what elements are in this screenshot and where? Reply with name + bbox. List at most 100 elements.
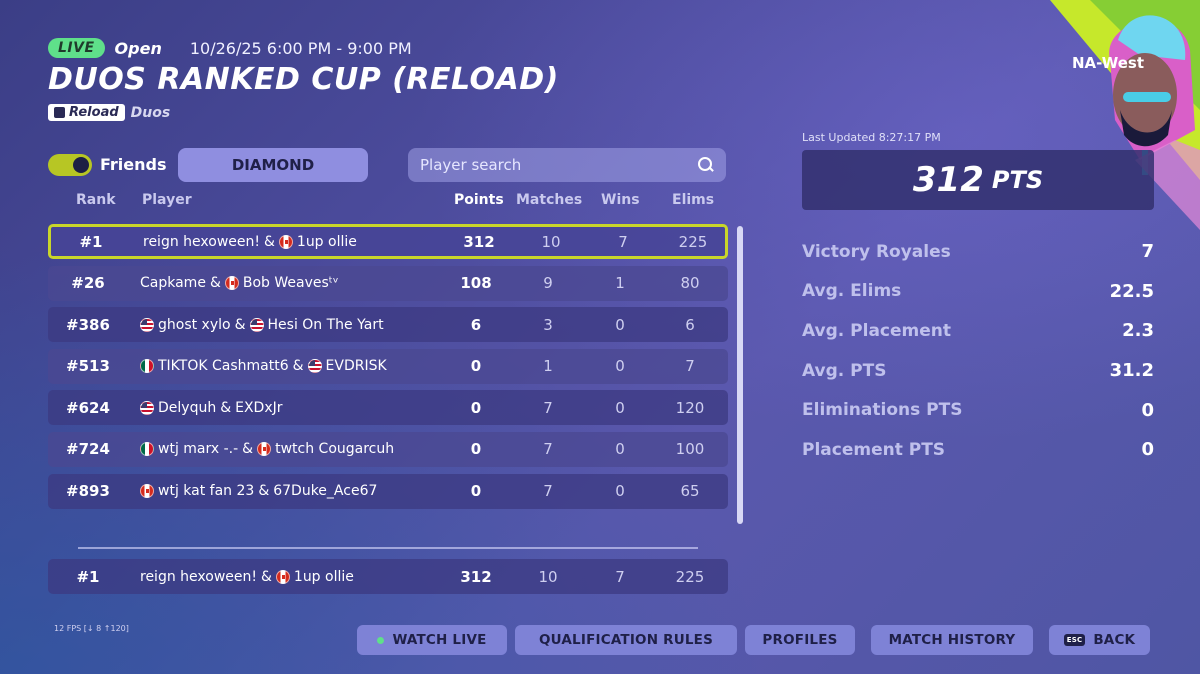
- flag-icon: [140, 317, 154, 332]
- stat-row: Avg. PTS 31.2: [802, 351, 1154, 391]
- table-row[interactable]: #1 reign hexoween! & 1up ollie 312 10 7 225: [48, 224, 728, 259]
- row-points: 312: [460, 567, 492, 586]
- player-one-name[interactable]: TIKTOK Cashmatt6: [158, 358, 289, 374]
- stat-value: 0: [1141, 439, 1154, 461]
- table-row[interactable]: #26 Capkame & Bob Weavesᵗᵛ 108 9 1 80: [48, 265, 728, 301]
- flag-icon: [140, 400, 154, 415]
- player-separator: &: [220, 399, 232, 416]
- row-rank: #624: [66, 398, 110, 417]
- row-wins: 7: [618, 232, 628, 251]
- player-separator: &: [209, 275, 221, 292]
- row-matches: 7: [543, 440, 553, 459]
- row-rank: #893: [66, 482, 110, 501]
- table-row[interactable]: #513 TIKTOK Cashmatt6 & EVDRISK 0 1 0 7: [48, 348, 728, 384]
- flag-icon: [249, 317, 264, 332]
- flag-icon: [140, 359, 154, 374]
- flag-icon: [275, 569, 290, 584]
- stat-label: Placement PTS: [802, 439, 946, 460]
- player-one-name[interactable]: Delyquh: [158, 400, 216, 416]
- rank-tier-button[interactable]: DIAMOND: [178, 148, 368, 182]
- stat-value: 31.2: [1109, 360, 1154, 382]
- table-row[interactable]: #724 wtj marx -.- & twtch Cougarcuh 0 7 0 100: [48, 431, 728, 467]
- row-wins: 0: [615, 315, 625, 334]
- row-rank: #1: [76, 567, 100, 586]
- table-row[interactable]: #624 Delyquh & EXDxJr 0 7 0 120: [48, 390, 728, 426]
- my-team-row[interactable]: #1 reign hexoween! & 1up ollie 312 10 7 225: [48, 559, 728, 594]
- flag-icon: [140, 484, 154, 499]
- stat-label: Avg. Elims: [802, 281, 902, 302]
- live-dot-icon: [377, 636, 385, 644]
- stat-row: Placement PTS 0: [802, 430, 1154, 470]
- player-one-name[interactable]: wtj marx -.-: [158, 441, 238, 457]
- row-elims: 6: [685, 315, 695, 334]
- mode-subtitle: Duos: [130, 104, 171, 121]
- leaderboard-scrollbar[interactable]: [737, 226, 743, 524]
- player-one-name[interactable]: reign hexoween!: [140, 569, 257, 585]
- total-points-box: 312 PTS: [802, 150, 1154, 210]
- stat-value: 2.3: [1122, 320, 1154, 342]
- row-points: 0: [470, 357, 482, 376]
- total-points-unit: PTS: [991, 166, 1044, 194]
- back-button[interactable]: ESC BACK: [1049, 625, 1150, 655]
- row-wins: 1: [615, 274, 625, 293]
- filter-bar: Friends DIAMOND Player search: [48, 148, 728, 182]
- row-matches: 3: [543, 315, 553, 334]
- player-one-name[interactable]: reign hexoween!: [143, 234, 260, 250]
- stat-label: Avg. Placement: [802, 320, 952, 341]
- row-matches: 1: [543, 357, 553, 376]
- match-history-button[interactable]: MATCH HISTORY: [871, 625, 1033, 655]
- column-header-player: Player: [142, 192, 192, 208]
- reload-shield-icon: [54, 107, 65, 118]
- mode-chip-label: Reload: [69, 105, 119, 120]
- friends-toggle[interactable]: [48, 154, 92, 176]
- player-separator: &: [234, 316, 246, 333]
- row-elims: 100: [675, 440, 705, 459]
- table-row[interactable]: #386 ghost xylo & Hesi On The Yart 6 3 0 6: [48, 307, 728, 343]
- player-two-name[interactable]: 67Duke_Ace67: [273, 483, 377, 499]
- player-one-name[interactable]: ghost xylo: [158, 317, 231, 333]
- column-header-points: Points: [454, 192, 504, 208]
- stat-label: Avg. PTS: [802, 360, 887, 381]
- table-row[interactable]: #893 wtj kat fan 23 & 67Duke_Ace67 0 7 0 65: [48, 473, 728, 509]
- row-players: reign hexoween! & 1up ollie: [143, 224, 443, 259]
- player-two-name[interactable]: twtch Cougarcuh: [275, 441, 394, 457]
- row-elims: 225: [675, 567, 705, 586]
- stat-row: Eliminations PTS 0: [802, 390, 1154, 430]
- profiles-button[interactable]: PROFILES: [745, 625, 855, 655]
- flag-icon: [307, 359, 322, 374]
- player-two-name[interactable]: EXDxJr: [235, 400, 282, 416]
- last-updated: Last Updated 8:27:17 PM: [802, 131, 941, 144]
- stat-value: 0: [1141, 399, 1154, 421]
- stat-row: Victory Royales 7: [802, 232, 1154, 272]
- live-badge: LIVE: [48, 38, 105, 58]
- row-players: TIKTOK Cashmatt6 & EVDRISK: [140, 349, 440, 384]
- watch-live-label: WATCH LIVE: [392, 632, 487, 648]
- stat-value: 7: [1141, 241, 1154, 263]
- toggle-knob: [73, 157, 89, 173]
- event-status-row: LIVE Open 10/26/25 6:00 PM - 9:00 PM: [48, 38, 412, 58]
- row-points: 108: [460, 274, 492, 293]
- row-rank: #26: [71, 274, 105, 293]
- flag-icon: [278, 234, 293, 249]
- player-one-name[interactable]: wtj kat fan 23: [158, 483, 254, 499]
- row-wins: 7: [615, 567, 625, 586]
- row-wins: 0: [615, 440, 625, 459]
- stat-label: Eliminations PTS: [802, 400, 963, 421]
- player-two-name[interactable]: Hesi On The Yart: [268, 317, 384, 333]
- player-two-name[interactable]: 1up ollie: [297, 234, 357, 250]
- row-points: 0: [470, 482, 482, 501]
- row-matches: 10: [541, 232, 561, 251]
- magnifier-icon[interactable]: [698, 157, 714, 173]
- qualification-rules-label: QUALIFICATION RULES: [538, 632, 714, 648]
- player-two-name[interactable]: EVDRISK: [326, 358, 387, 374]
- watch-live-button[interactable]: WATCH LIVE: [357, 625, 507, 655]
- player-search-input[interactable]: Player search: [408, 148, 726, 182]
- row-elims: 225: [678, 232, 708, 251]
- player-two-name[interactable]: 1up ollie: [294, 569, 354, 585]
- player-one-name[interactable]: Capkame: [140, 275, 206, 291]
- mode-chip: Reload: [48, 104, 125, 121]
- match-history-label: MATCH HISTORY: [888, 632, 1016, 648]
- qualification-rules-button[interactable]: QUALIFICATION RULES: [515, 625, 737, 655]
- row-elims: 80: [680, 274, 700, 293]
- player-two-name[interactable]: Bob Weavesᵗᵛ: [243, 275, 339, 291]
